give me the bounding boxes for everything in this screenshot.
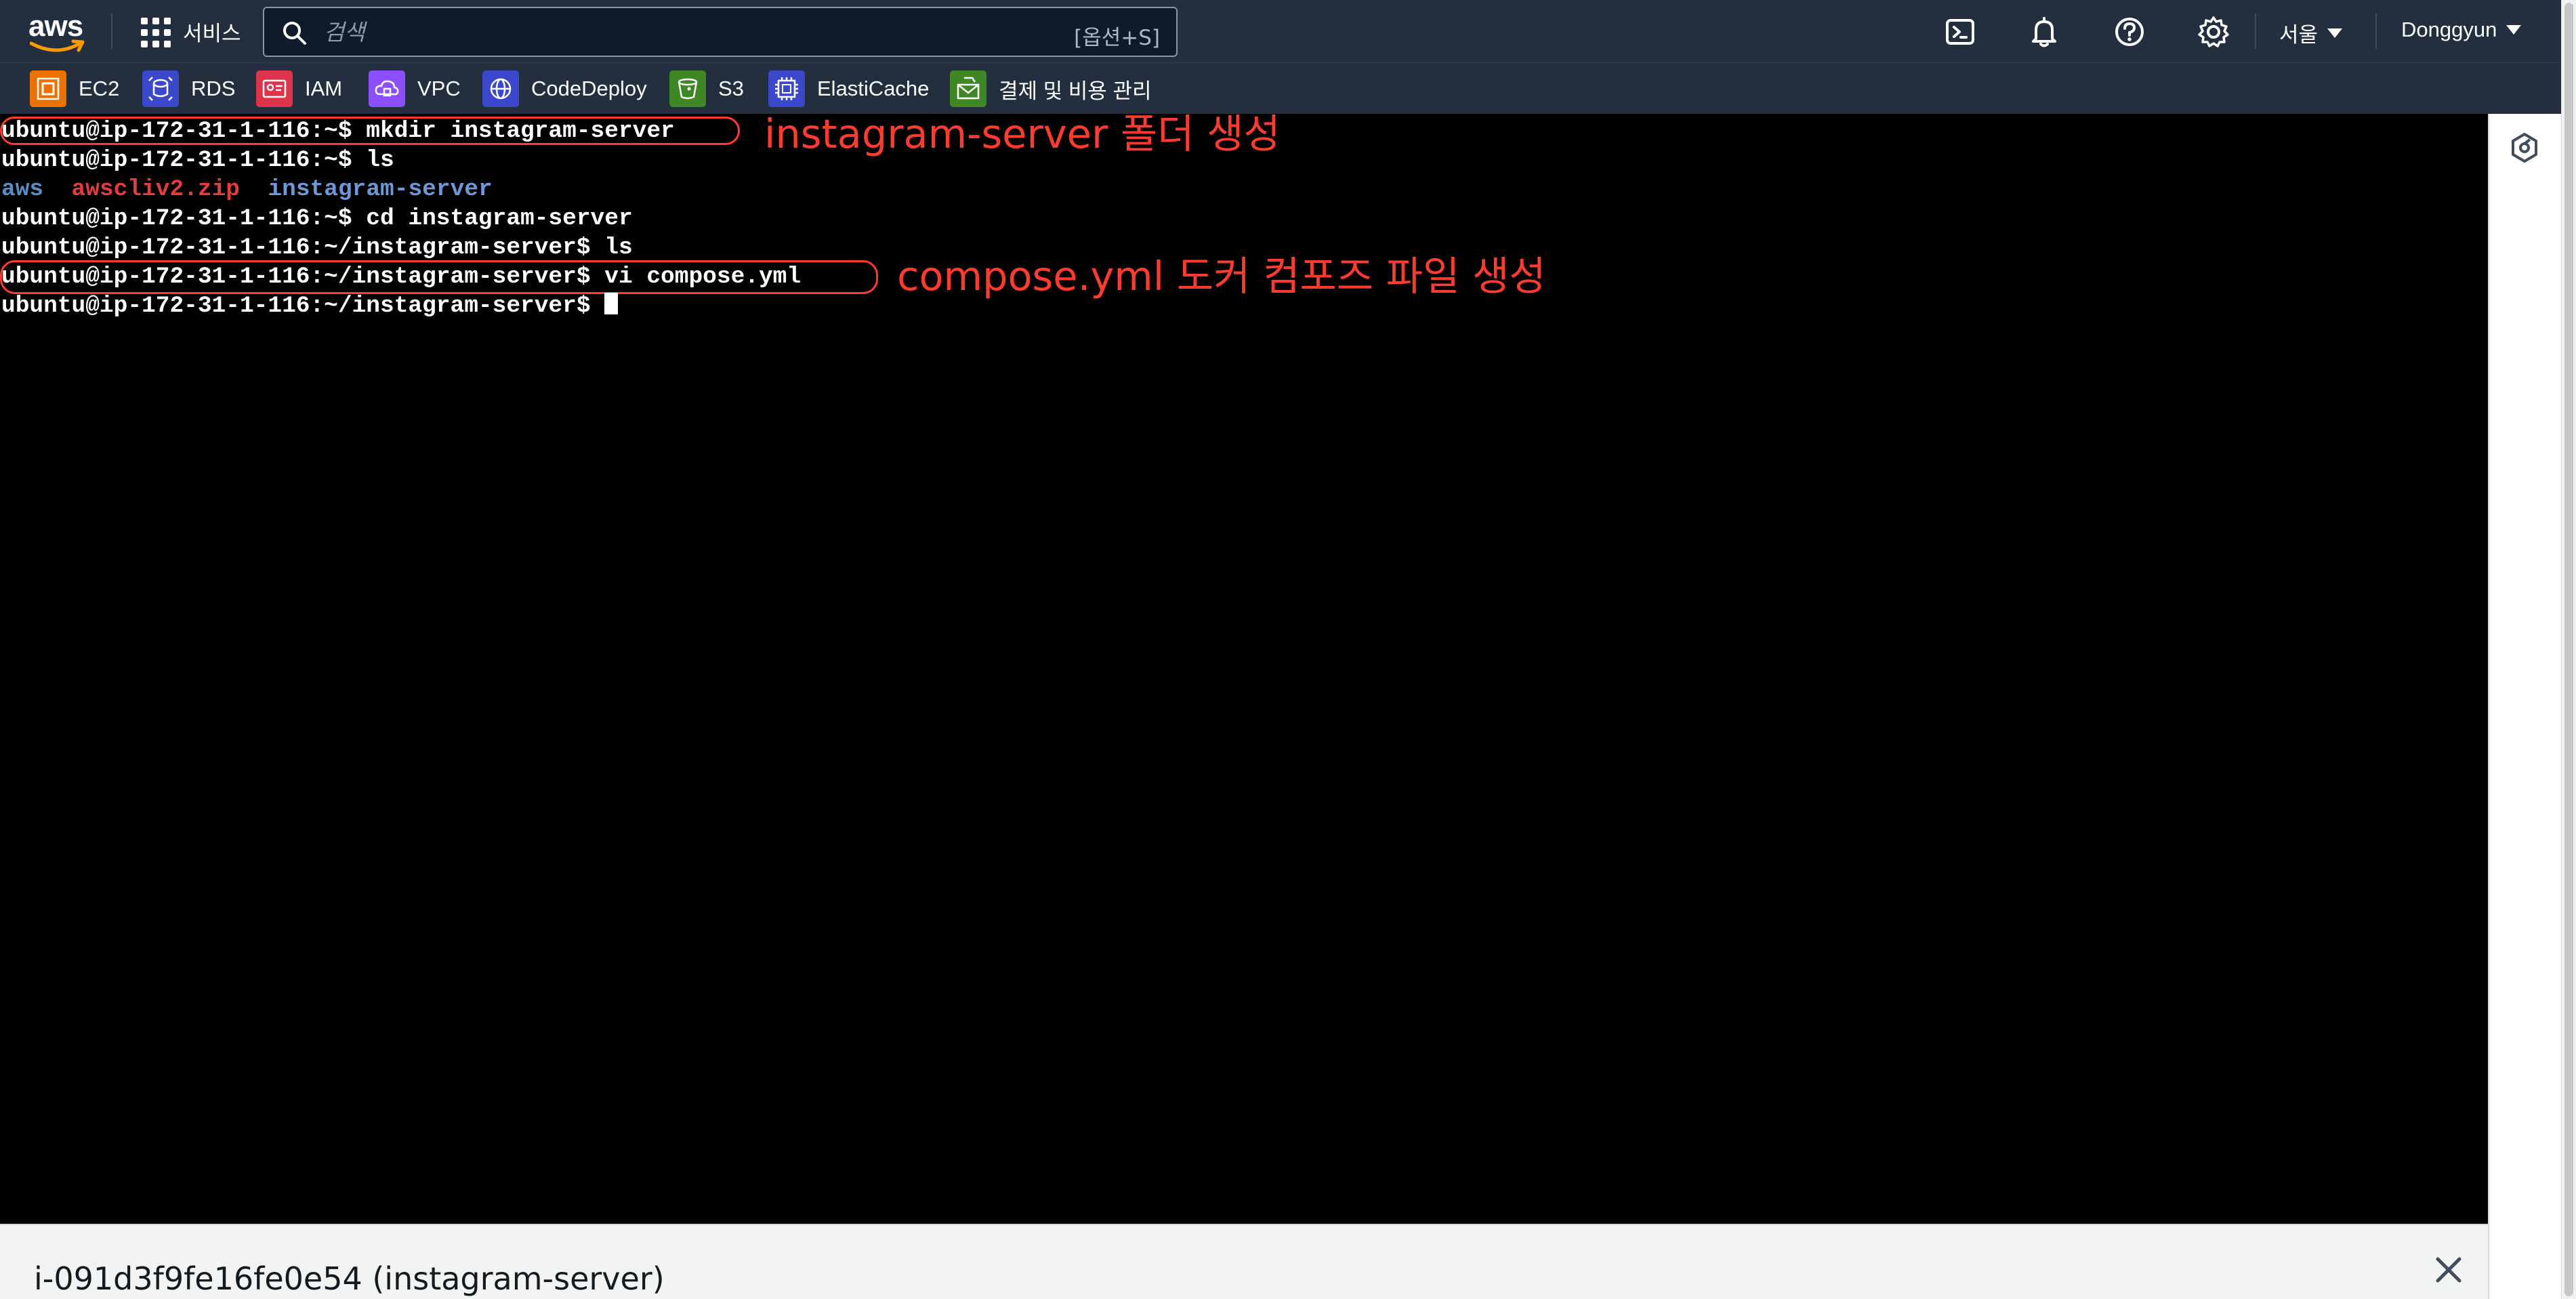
instance-title: i-091d3f9fe16fe0e54 (instagram-server) xyxy=(34,1260,665,1297)
grid-icon xyxy=(140,16,171,47)
region-selector[interactable]: 서울 xyxy=(2279,18,2343,48)
search-bar[interactable]: [옵션+S] xyxy=(263,7,1178,57)
vpc-icon xyxy=(369,70,405,107)
terminal-prompt: ubuntu@ip-172-31-1-116:~/instagram-serve… xyxy=(1,293,605,319)
favorite-vpc[interactable]: VPC xyxy=(369,70,461,108)
s3-bucket-icon xyxy=(669,70,706,107)
ls-entry-aws: aws xyxy=(1,176,44,203)
favorite-label: ElastiCache xyxy=(817,77,930,100)
favorite-label: S3 xyxy=(718,77,744,100)
annotation-compose: compose.yml 도커 컴포즈 파일 생성 xyxy=(897,253,1546,300)
services-label: 서비스 xyxy=(183,21,241,45)
favorite-label: VPC xyxy=(417,77,461,100)
favorite-ec2[interactable]: EC2 xyxy=(30,70,119,108)
aws-logo-text: aws xyxy=(28,9,83,43)
side-panel xyxy=(2488,114,2561,1299)
terminal-ls-output: aws awscliv2.zip instagram-server xyxy=(1,175,493,204)
ls-entry-dir: instagram-server xyxy=(268,176,493,203)
notifications-bell-icon[interactable] xyxy=(2027,15,2061,49)
favorite-iam[interactable]: IAM xyxy=(256,70,342,108)
region-label: 서울 xyxy=(2279,23,2319,47)
nav-divider xyxy=(111,14,112,49)
rds-icon xyxy=(142,70,179,107)
ec2-icon xyxy=(30,70,66,107)
terminal-line: ubuntu@ip-172-31-1-116:~/instagram-serve… xyxy=(1,234,633,261)
caret-down-icon xyxy=(2506,25,2522,35)
favorites-bar: EC2 RDS IAM VPC CodeDeploy S3 ElastiCach… xyxy=(0,62,2561,114)
favorite-label: 결제 및 비용 관리 xyxy=(999,79,1152,103)
aws-logo[interactable]: aws xyxy=(28,9,87,53)
favorite-label: CodeDeploy xyxy=(531,77,647,100)
help-icon[interactable] xyxy=(2113,15,2146,49)
close-icon[interactable] xyxy=(2434,1255,2464,1285)
search-icon xyxy=(283,22,306,45)
annotation-mkdir: instagram-server 폴더 생성 xyxy=(764,110,1281,157)
instance-info-bar: i-091d3f9fe16fe0e54 (instagram-server) xyxy=(0,1224,2488,1299)
account-menu[interactable]: Donggyun xyxy=(2401,18,2522,42)
terminal-line: ubuntu@ip-172-31-1-116:~$ cd instagram-s… xyxy=(1,205,633,232)
favorite-s3[interactable]: S3 xyxy=(669,70,744,108)
codedeploy-icon xyxy=(482,70,519,107)
page-scrollbar[interactable] xyxy=(2561,0,2576,1299)
scrollbar-thumb[interactable] xyxy=(2564,3,2573,1296)
services-menu-button[interactable]: 서비스 xyxy=(140,15,241,47)
terminal[interactable]: ubuntu@ip-172-31-1-116:~$ mkdir instagra… xyxy=(0,114,2488,1224)
billing-icon xyxy=(950,70,986,107)
terminal-prompt-line: ubuntu@ip-172-31-1-116:~/instagram-serve… xyxy=(1,291,619,321)
nav-divider xyxy=(2255,14,2256,49)
iam-icon xyxy=(256,70,293,107)
favorite-billing[interactable]: 결제 및 비용 관리 xyxy=(950,70,1151,108)
favorite-label: EC2 xyxy=(79,77,120,100)
elasticache-icon xyxy=(768,70,805,107)
terminal-cursor xyxy=(604,293,619,314)
caret-down-icon xyxy=(2327,28,2343,38)
search-input[interactable] xyxy=(324,16,1001,47)
annotation-highlight-box xyxy=(0,117,740,145)
favorite-codedeploy[interactable]: CodeDeploy xyxy=(482,70,647,108)
terminal-line: ubuntu@ip-172-31-1-116:~$ ls xyxy=(1,147,394,173)
ls-entry-zip: awscliv2.zip xyxy=(71,176,240,203)
account-name: Donggyun xyxy=(2401,18,2497,41)
annotation-highlight-box xyxy=(0,260,878,294)
favorite-elasticache[interactable]: ElastiCache xyxy=(768,70,929,108)
cloudshell-icon[interactable] xyxy=(1943,15,1977,49)
gear-icon[interactable] xyxy=(2197,15,2230,49)
top-navigation: aws 서비스 [옵션+S] xyxy=(0,0,2561,62)
nav-divider xyxy=(2375,14,2377,49)
favorite-label: IAM xyxy=(305,77,343,100)
favorite-rds[interactable]: RDS xyxy=(142,70,235,108)
search-shortcut-hint: [옵션+S] xyxy=(1074,26,1160,50)
aws-smile-icon xyxy=(30,39,85,52)
favorite-label: RDS xyxy=(191,77,236,100)
hexagon-settings-icon[interactable] xyxy=(2508,131,2541,164)
